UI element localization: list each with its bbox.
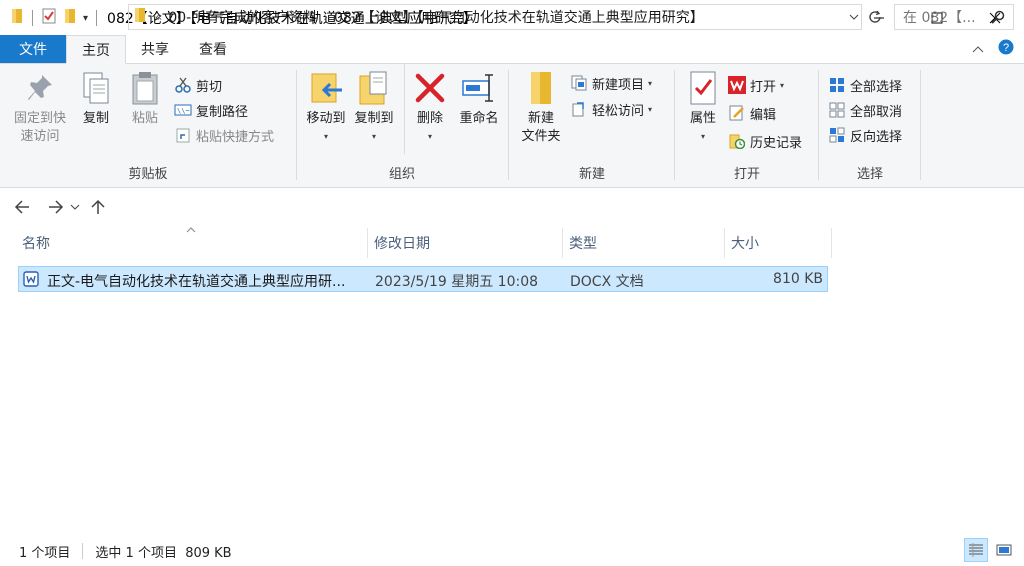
breadcrumb-separator-icon[interactable]: › bbox=[323, 10, 328, 24]
select-none-button[interactable]: 全部取消 bbox=[828, 99, 902, 121]
recent-locations-chevron-icon[interactable] bbox=[68, 195, 82, 219]
collapse-ribbon-icon[interactable] bbox=[972, 42, 984, 57]
easy-access-button[interactable]: 轻松访问 ▾ bbox=[570, 98, 652, 120]
file-row-selected[interactable]: 正文-电气自动化技术在轨道交通上典型应用研... 2023/5/19 星期五 1… bbox=[18, 266, 828, 292]
navigation-bar bbox=[0, 190, 1024, 224]
breadcrumb-item[interactable]: 00-所有完成的客户资料 bbox=[168, 7, 317, 27]
copy-button[interactable]: 复制 bbox=[76, 70, 116, 128]
svg-text:?: ? bbox=[1003, 42, 1009, 54]
wps-icon bbox=[728, 76, 746, 94]
properties-icon bbox=[685, 70, 721, 106]
properties-button[interactable]: 属性 ▾ bbox=[680, 70, 726, 146]
rename-button[interactable]: 重命名 bbox=[456, 70, 502, 128]
cut-button[interactable]: 剪切 bbox=[174, 74, 222, 96]
tab-view[interactable]: 查看 bbox=[184, 35, 242, 63]
select-all-button[interactable]: 全部选择 bbox=[828, 74, 902, 96]
delete-button[interactable]: 删除 ▾ bbox=[410, 70, 450, 146]
copy-to-icon bbox=[356, 70, 392, 106]
quick-access-toolbar: ▾ bbox=[10, 8, 99, 28]
pin-icon bbox=[22, 70, 58, 106]
select-group-label: 选择 bbox=[856, 167, 883, 182]
open-group: 属性 ▾ 打开 ▾ 编辑 历史记录 打开 bbox=[676, 64, 818, 186]
file-size: 810 KB bbox=[773, 271, 823, 287]
column-header-type[interactable]: 类型 bbox=[563, 228, 725, 258]
history-icon bbox=[728, 132, 746, 150]
folder-icon bbox=[133, 7, 147, 27]
paste-shortcut-button[interactable]: 粘贴快捷方式 bbox=[174, 124, 274, 146]
pin-quick-access-button[interactable]: 固定到快 速访问 bbox=[8, 70, 72, 146]
move-to-icon bbox=[308, 70, 344, 106]
selection-info: 选中 1 个项目 809 KB bbox=[95, 545, 232, 561]
breadcrumb-item[interactable]: 082【论文】【电气自动化技术在轨道交通上典型应用研究】 bbox=[334, 7, 704, 27]
ribbon: 固定到快 速访问 复制 粘贴 剪切 \\~ 复制路径 粘贴快捷方式 剪贴板 移动… bbox=[0, 64, 1024, 188]
tab-home[interactable]: 主页 bbox=[66, 35, 126, 64]
file-name: 正文-电气自动化技术在轨道交通上典型应用研... bbox=[47, 274, 346, 290]
help-icon[interactable]: ? bbox=[998, 39, 1014, 59]
properties-check-icon[interactable] bbox=[41, 8, 57, 28]
copy-to-button[interactable]: 复制到 ▾ bbox=[350, 70, 398, 146]
large-icons-view-icon[interactable] bbox=[992, 538, 1016, 562]
invert-selection-button[interactable]: 反向选择 bbox=[828, 124, 902, 146]
new-folder-icon[interactable] bbox=[63, 8, 77, 28]
rename-icon bbox=[461, 70, 497, 106]
item-count: 1 个项目 bbox=[19, 545, 71, 561]
search-icon bbox=[991, 10, 1005, 28]
column-header-modified[interactable]: 修改日期 bbox=[368, 228, 563, 258]
file-modified: 2023/5/19 星期五 10:08 bbox=[375, 274, 539, 290]
search-input[interactable]: 在 082【... bbox=[894, 4, 1014, 30]
forward-arrow-icon[interactable] bbox=[44, 195, 68, 219]
new-group-label: 新建 bbox=[578, 167, 605, 182]
back-arrow-icon[interactable] bbox=[10, 195, 34, 219]
customize-qat-icon[interactable]: ▾ bbox=[83, 13, 88, 24]
new-item-icon bbox=[570, 74, 588, 92]
scissors-icon bbox=[174, 76, 192, 94]
address-dropdown-chevron-icon[interactable] bbox=[844, 13, 864, 21]
details-view-icon[interactable] bbox=[964, 538, 988, 562]
copy-icon bbox=[78, 70, 114, 106]
breadcrumb-overflow[interactable]: « bbox=[155, 10, 162, 24]
paste-shortcut-icon bbox=[174, 126, 192, 144]
invert-selection-icon bbox=[828, 126, 846, 144]
clipboard-group-label: 剪贴板 bbox=[128, 167, 168, 182]
column-header-name[interactable]: 名称 bbox=[16, 228, 368, 258]
svg-text:\\~: \\~ bbox=[177, 107, 190, 115]
move-to-button[interactable]: 移动到 ▾ bbox=[302, 70, 350, 146]
docx-file-icon bbox=[23, 271, 39, 291]
select-group: 全部选择 全部取消 反向选择 选择 bbox=[820, 64, 920, 186]
history-button[interactable]: 历史记录 bbox=[728, 130, 802, 152]
tab-file[interactable]: 文件 bbox=[0, 35, 66, 63]
organize-group-label: 组织 bbox=[388, 167, 415, 182]
folder-icon bbox=[10, 8, 24, 28]
ribbon-tabs: 文件 主页 共享 查看 ? bbox=[0, 35, 1024, 64]
new-folder-button[interactable]: 新建 文件夹 bbox=[516, 70, 566, 146]
refresh-icon[interactable] bbox=[864, 10, 886, 24]
open-group-label: 打开 bbox=[733, 167, 760, 182]
select-all-icon bbox=[828, 76, 846, 94]
file-type: DOCX 文档 bbox=[570, 274, 644, 290]
edit-icon bbox=[728, 104, 746, 122]
delete-x-icon bbox=[412, 70, 448, 106]
open-button[interactable]: 打开 ▾ bbox=[728, 74, 784, 96]
status-bar: 1 个项目 选中 1 个项目 809 KB bbox=[0, 536, 1024, 566]
organize-group: 移动到 ▾ 复制到 ▾ 删除 ▾ 重命名 组织 bbox=[298, 64, 506, 186]
copy-path-icon: \\~ bbox=[174, 101, 192, 119]
new-folder-icon bbox=[523, 70, 559, 106]
column-header-size[interactable]: 大小 bbox=[725, 228, 832, 258]
paste-icon bbox=[127, 70, 163, 106]
copy-path-button[interactable]: \\~ 复制路径 bbox=[174, 99, 248, 121]
clipboard-group: 固定到快 速访问 复制 粘贴 剪切 \\~ 复制路径 粘贴快捷方式 剪贴板 bbox=[0, 64, 296, 186]
address-bar[interactable]: « 00-所有完成的客户资料 › 082【论文】【电气自动化技术在轨道交通上典型… bbox=[128, 4, 862, 30]
new-group: 新建 文件夹 新建项目 ▾ 轻松访问 ▾ 新建 bbox=[510, 64, 674, 186]
up-arrow-icon[interactable] bbox=[86, 195, 110, 219]
edit-button[interactable]: 编辑 bbox=[728, 102, 776, 124]
tab-share[interactable]: 共享 bbox=[126, 35, 184, 63]
paste-button[interactable]: 粘贴 bbox=[124, 70, 166, 128]
new-item-button[interactable]: 新建项目 ▾ bbox=[570, 72, 652, 94]
easy-access-icon bbox=[570, 100, 588, 118]
select-none-icon bbox=[828, 101, 846, 119]
